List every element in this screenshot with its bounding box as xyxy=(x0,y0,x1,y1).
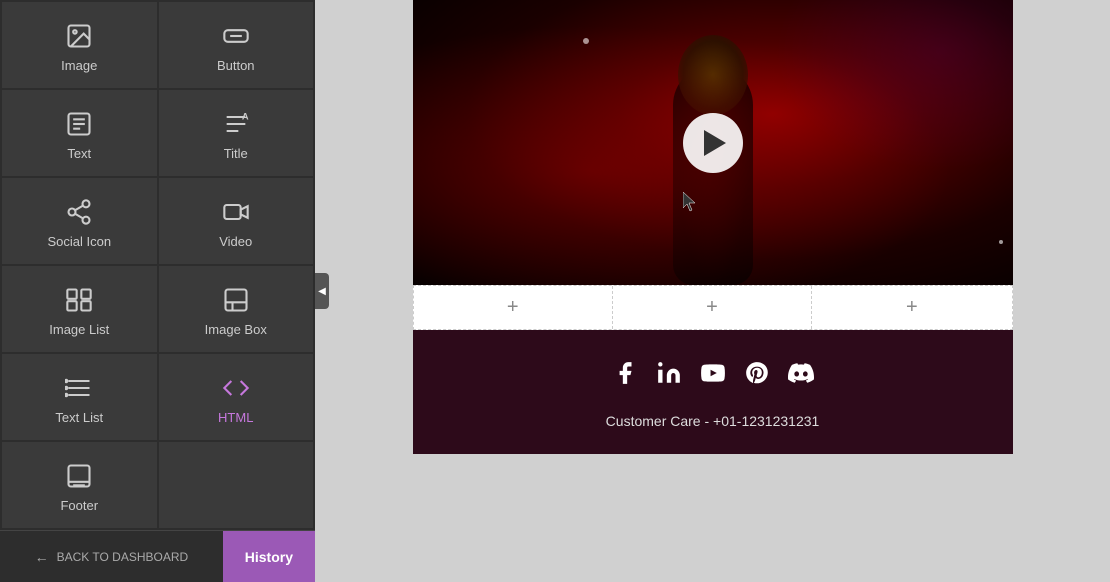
linkedin-icon[interactable] xyxy=(656,360,682,393)
sidebar-item-footer-label: Footer xyxy=(60,498,98,513)
social-icon-icon xyxy=(65,198,93,226)
dot-decoration xyxy=(583,38,589,44)
youtube-icon[interactable] xyxy=(700,360,726,393)
customer-care-text: Customer Care - +01-1231231231 xyxy=(606,413,820,429)
sidebar-item-title-label: Title xyxy=(224,146,248,161)
sidebar-item-title[interactable]: A Title xyxy=(159,90,314,176)
text-list-icon xyxy=(65,374,93,402)
sidebar-item-button-label: Button xyxy=(217,58,255,73)
sidebar-item-video-label: Video xyxy=(219,234,252,249)
history-button[interactable]: History xyxy=(223,531,315,582)
add-cell-2[interactable]: + xyxy=(613,286,812,329)
facebook-icon[interactable] xyxy=(612,360,638,393)
sidebar-item-social-icon-label: Social Icon xyxy=(47,234,111,249)
image-box-icon xyxy=(222,286,250,314)
sidebar-item-social-icon[interactable]: Social Icon xyxy=(2,178,157,264)
sidebar-item-html-label: HTML xyxy=(218,410,253,425)
back-to-dashboard-button[interactable]: ← BACK TO DASHBOARD xyxy=(0,531,223,582)
sidebar-toggle-button[interactable]: ◀ xyxy=(315,273,329,309)
dot-decoration-2 xyxy=(999,240,1003,244)
add-icon-3: + xyxy=(906,296,918,319)
back-to-dashboard-label: BACK TO DASHBOARD xyxy=(57,550,189,564)
social-footer-section: Customer Care - +01-1231231231 xyxy=(413,330,1013,454)
social-icons-row xyxy=(612,360,814,393)
sidebar-item-image-list-label: Image List xyxy=(49,322,109,337)
add-cell-3[interactable]: + xyxy=(812,286,1011,329)
button-icon xyxy=(222,22,250,50)
image-icon xyxy=(65,22,93,50)
atmosphere-overlay-2 xyxy=(773,0,1013,171)
add-icon-2: + xyxy=(706,296,718,319)
sidebar-item-image-box[interactable]: Image Box xyxy=(159,266,314,352)
video-section xyxy=(413,0,1013,285)
sidebar: Image Button Text xyxy=(0,0,315,582)
title-icon: A xyxy=(222,110,250,138)
sidebar-empty-cell xyxy=(159,442,314,528)
add-content-row: + + + xyxy=(413,285,1013,330)
video-icon xyxy=(222,198,250,226)
html-icon xyxy=(222,374,250,402)
play-button[interactable] xyxy=(683,113,743,173)
text-icon xyxy=(65,110,93,138)
add-cell-1[interactable]: + xyxy=(414,286,613,329)
pinterest-icon[interactable] xyxy=(744,360,770,393)
main-content-area: + + + xyxy=(315,0,1110,582)
sidebar-item-text-list-label: Text List xyxy=(55,410,103,425)
video-background xyxy=(413,0,1013,285)
sidebar-item-image[interactable]: Image xyxy=(2,2,157,88)
sidebar-item-button[interactable]: Button xyxy=(159,2,314,88)
add-icon-1: + xyxy=(507,296,519,319)
chevron-left-icon: ◀ xyxy=(318,286,326,297)
sidebar-item-video[interactable]: Video xyxy=(159,178,314,264)
footer-icon xyxy=(65,462,93,490)
sidebar-item-image-label: Image xyxy=(61,58,97,73)
sidebar-item-html[interactable]: HTML xyxy=(159,354,314,440)
sidebar-item-image-box-label: Image Box xyxy=(205,322,267,337)
sidebar-grid: Image Button Text xyxy=(0,0,315,530)
sidebar-item-image-list[interactable]: Image List xyxy=(2,266,157,352)
sidebar-item-text-list[interactable]: Text List xyxy=(2,354,157,440)
sidebar-item-text-label: Text xyxy=(67,146,91,161)
content-canvas: + + + xyxy=(413,0,1013,454)
sidebar-item-footer[interactable]: Footer xyxy=(2,442,157,528)
sidebar-item-text[interactable]: Text xyxy=(2,90,157,176)
sidebar-bottom-bar: ← BACK TO DASHBOARD History xyxy=(0,530,315,582)
image-list-icon xyxy=(65,286,93,314)
discord-icon[interactable] xyxy=(788,360,814,393)
back-arrow-icon: ← xyxy=(35,549,49,565)
svg-text:A: A xyxy=(242,111,249,121)
